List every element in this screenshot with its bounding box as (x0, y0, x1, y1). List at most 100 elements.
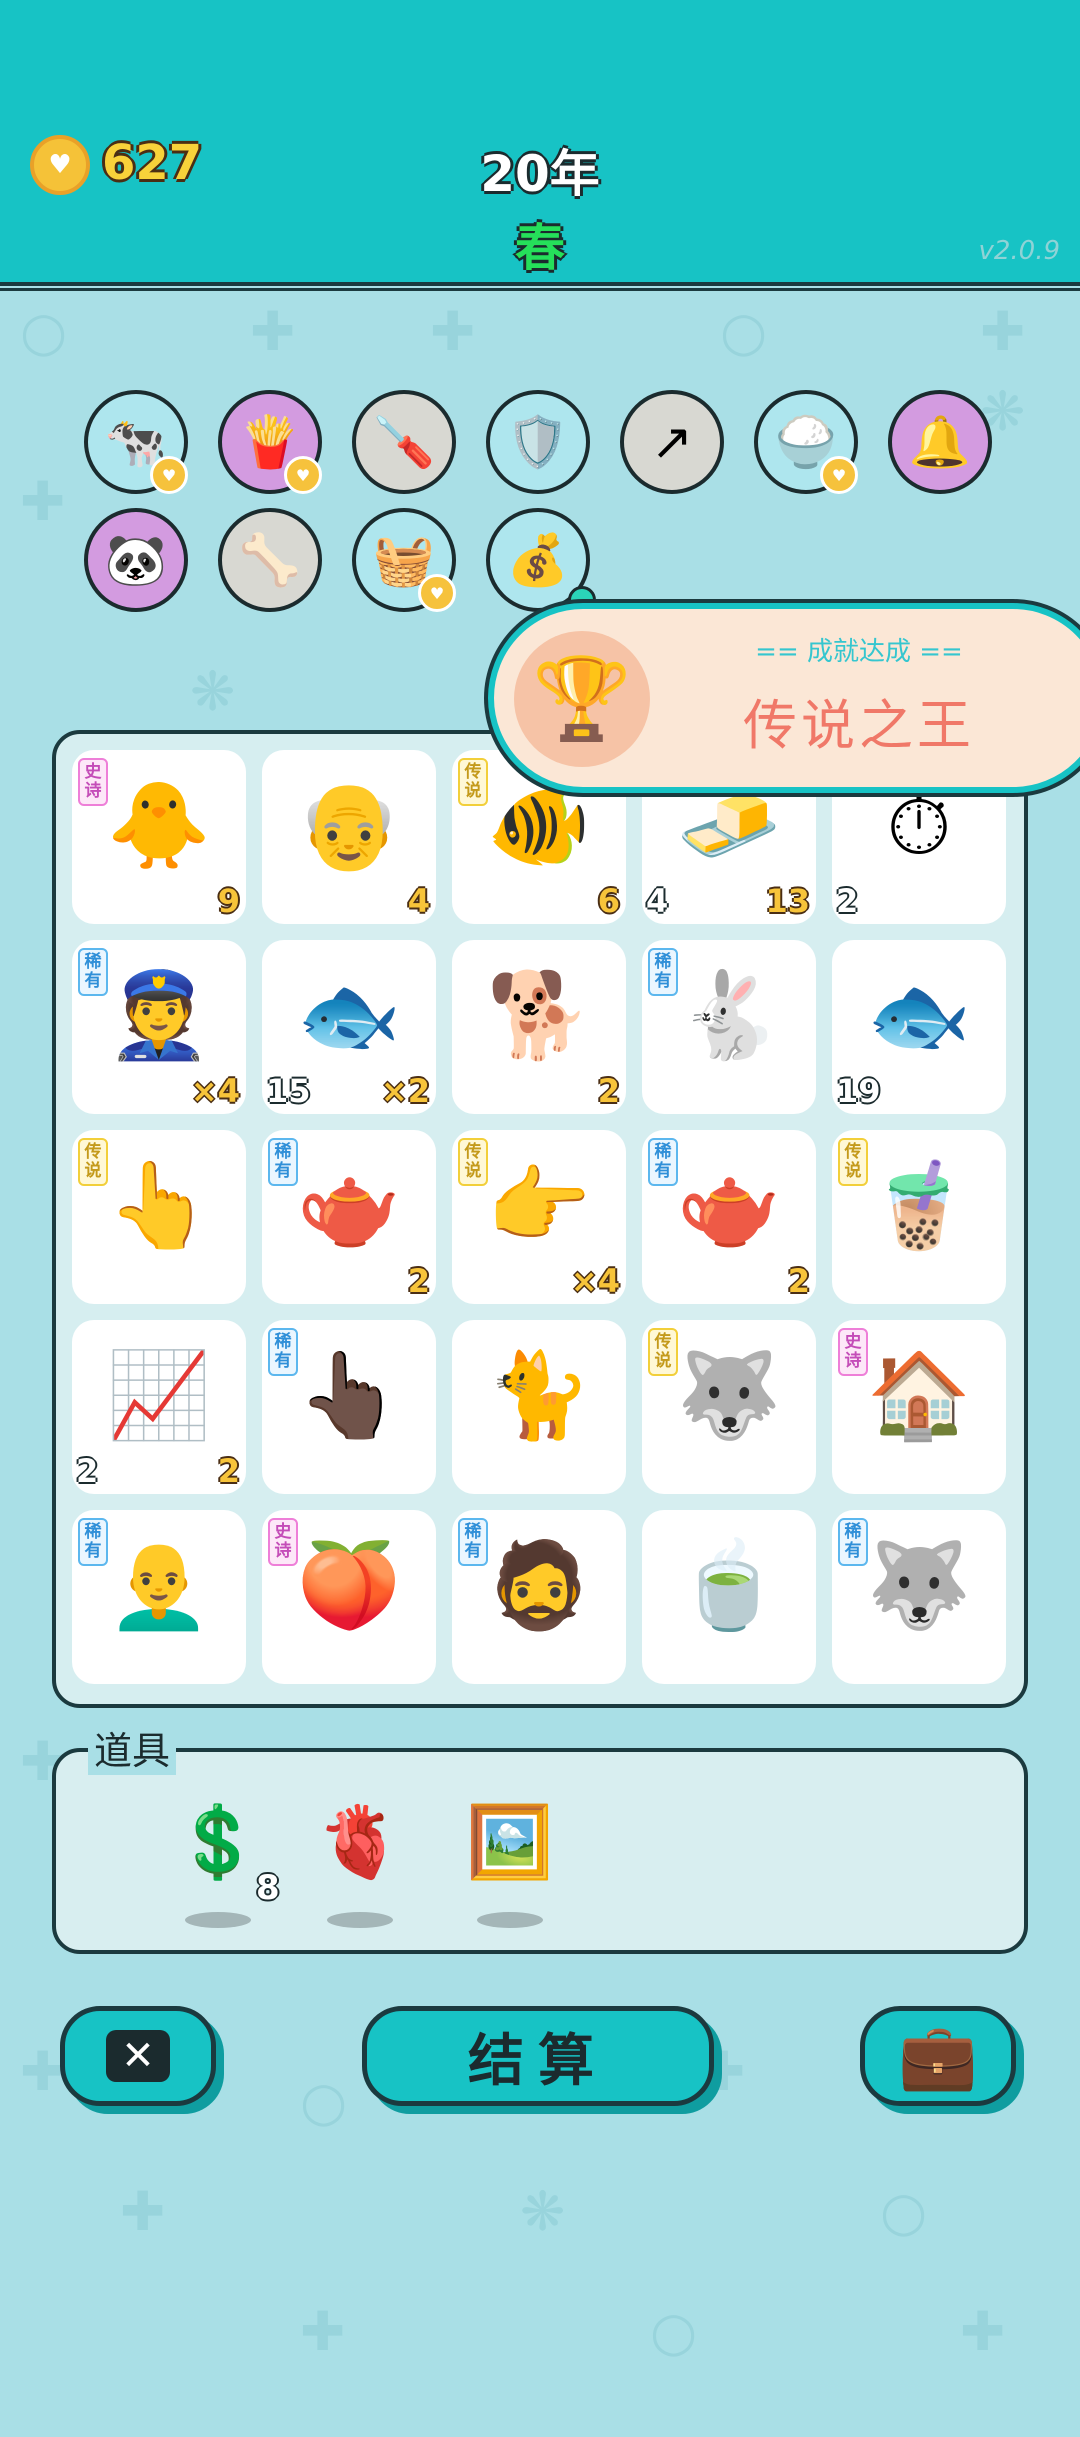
inventory-button[interactable]: 💼 (860, 2006, 1016, 2106)
cell-counter: 4 (646, 882, 669, 920)
rarity-tag: 稀有 (268, 1138, 298, 1186)
relic-seed-bag[interactable]: 💰 (486, 508, 596, 614)
grid-cell[interactable]: 🐺 稀有 (832, 1510, 1006, 1684)
liver-icon: 🫀 (316, 1800, 404, 1883)
cell-counter: 19 (836, 1072, 881, 1110)
slot-grid: 🐥 史诗 9 👴 4 🐠 传说 6 🧈 4 13 ⏱ 2 👮 稀有 ×4 🐟 15 ×2 🐕 2 🐇 稀有 🐟 19 👆 传说 🫖 稀有… (52, 730, 1028, 1708)
relic-fruit-basket[interactable]: 🧺 ♥ (352, 508, 456, 612)
rarity-tag: 史诗 (268, 1518, 298, 1566)
dog-food-bowl-icon: 🦴 (238, 530, 302, 589)
cell-value: ×2 (380, 1072, 430, 1110)
settle-button[interactable]: 结算 (362, 2006, 714, 2106)
bell-box-icon: 🔔 (908, 412, 972, 471)
trophy-icon: 🏆 (514, 631, 650, 767)
seed-bag-icon: 💰 (506, 530, 570, 589)
grid-cell[interactable]: 👆 传说 (72, 1130, 246, 1304)
cell-value: ×4 (570, 1262, 620, 1300)
fish-icon: 🐟 (296, 965, 402, 1064)
old-man-icon: 👴 (296, 775, 402, 874)
heart-badge-icon: ♥ (150, 456, 188, 494)
relic-rice-bowl[interactable]: 🍚 ♥ (754, 390, 858, 494)
heart-badge-icon: ♥ (418, 574, 456, 612)
items-panel: 💲 8 🫀 🖼️ (52, 1748, 1028, 1954)
cell-value: 2 (597, 1072, 620, 1110)
achievement-name: 传说之王 (743, 694, 975, 757)
cell-value: 4 (407, 882, 430, 920)
cell-value: 9 (217, 882, 240, 920)
relic-dog-food-bowl[interactable]: 🦴 (218, 508, 322, 612)
cell-value: ×4 (190, 1072, 240, 1110)
grid-cell[interactable]: 🐟 19 (832, 940, 1006, 1114)
grid-cell[interactable]: 🍑 史诗 (262, 1510, 436, 1684)
chart-card-icon: 📈 (106, 1345, 212, 1444)
rarity-tag: 稀有 (838, 1518, 868, 1566)
relic-screwdriver[interactable]: 🪛 (352, 390, 456, 494)
rarity-tag: 稀有 (458, 1518, 488, 1566)
settle-button-label: 结算 (468, 2028, 608, 2094)
grid-cell[interactable]: 🫖 稀有 2 (262, 1130, 436, 1304)
grid-cell[interactable]: 📈 2 2 (72, 1320, 246, 1494)
screwdriver-icon: 🪛 (372, 412, 436, 471)
item-count: 8 (256, 1868, 280, 1908)
tea-bowl-icon: 🍵 (676, 1535, 782, 1634)
rarity-tag: 稀有 (648, 1138, 678, 1186)
grid-cell[interactable]: 🧔 稀有 (452, 1510, 626, 1684)
rarity-tag: 稀有 (648, 948, 678, 996)
grid-cell[interactable]: 🫖 稀有 2 (642, 1130, 816, 1304)
item-shadow (477, 1912, 543, 1928)
grid-cell[interactable]: 🏠 史诗 (832, 1320, 1006, 1494)
rarity-tag: 史诗 (78, 758, 108, 806)
grid-cell[interactable]: 🐕 2 (452, 940, 626, 1114)
relic-fries[interactable]: 🍟 ♥ (218, 390, 322, 494)
panda-icon: 🐼 (104, 530, 168, 589)
items-title: 道具 (88, 1720, 177, 1775)
close-icon: ✕ (106, 2030, 170, 2082)
grid-cell[interactable]: 👴 4 (262, 750, 436, 924)
grid-cell[interactable]: 👮 稀有 ×4 (72, 940, 246, 1114)
grid-cell[interactable]: 👆🏿 稀有 (262, 1320, 436, 1494)
heart-badge-icon: ♥ (284, 456, 322, 494)
grid-cell[interactable]: 🧋 传说 (832, 1130, 1006, 1304)
dollar-coin-icon: 💲 (174, 1800, 262, 1883)
briefcase-icon: 💼 (898, 2019, 978, 2094)
grid-cell[interactable]: 🍵 (642, 1510, 816, 1684)
grid-cell[interactable]: 🐥 史诗 9 (72, 750, 246, 924)
rarity-tag: 传说 (838, 1138, 868, 1186)
grid-cell[interactable]: 👉 传说 ×4 (452, 1130, 626, 1304)
relic-upgrade-arrow[interactable]: ↗ (620, 390, 724, 494)
season-label: 春 (515, 219, 565, 277)
relic-shield-wrench[interactable]: 🛡️ (486, 390, 590, 494)
coin-count: 627 (102, 135, 203, 191)
cell-value: 2 (217, 1452, 240, 1490)
grid-cell[interactable]: 👨‍🦲 稀有 (72, 1510, 246, 1684)
grid-cell[interactable]: 🐟 15 ×2 (262, 940, 436, 1114)
heart-badge-icon: ♥ (820, 456, 858, 494)
cell-counter: 15 (266, 1072, 311, 1110)
brown-dog-icon: 🐕 (486, 965, 592, 1064)
relic-bell-box[interactable]: 🔔 (888, 390, 992, 494)
relic-cow-pair[interactable]: 🐄 ♥ (84, 390, 188, 494)
cell-value: 13 (765, 882, 810, 920)
yellow-cat-icon: 🐈 (486, 1345, 592, 1444)
grid-cell[interactable]: 🐺 传说 (642, 1320, 816, 1494)
grid-cell[interactable]: 🐈 (452, 1320, 626, 1494)
grid-cell[interactable]: 🐇 稀有 (642, 940, 816, 1114)
cell-value: 2 (787, 1262, 810, 1300)
year-label: 20年 (480, 145, 600, 203)
item-slot[interactable]: 🫀 (310, 1792, 410, 1892)
exit-button[interactable]: ✕ (60, 2006, 216, 2106)
rarity-tag: 传说 (78, 1138, 108, 1186)
item-slot[interactable]: 💲 (168, 1792, 268, 1892)
achievement-title: == 成就达成 == (755, 637, 963, 667)
rarity-tag: 稀有 (78, 948, 108, 996)
rarity-tag: 稀有 (268, 1328, 298, 1376)
fish-icon: 🐟 (866, 965, 972, 1064)
coin-icon: ♥ (30, 135, 90, 195)
version-label: v2.0.9 (978, 236, 1060, 266)
achievement-popup: 🏆 == 成就达成 == 传说之王 (488, 603, 1080, 793)
item-slot[interactable]: 🖼️ (460, 1792, 560, 1892)
cell-value: 2 (407, 1262, 430, 1300)
item-shadow (185, 1912, 251, 1928)
item-shadow (327, 1912, 393, 1928)
relic-panda[interactable]: 🐼 (84, 508, 188, 612)
